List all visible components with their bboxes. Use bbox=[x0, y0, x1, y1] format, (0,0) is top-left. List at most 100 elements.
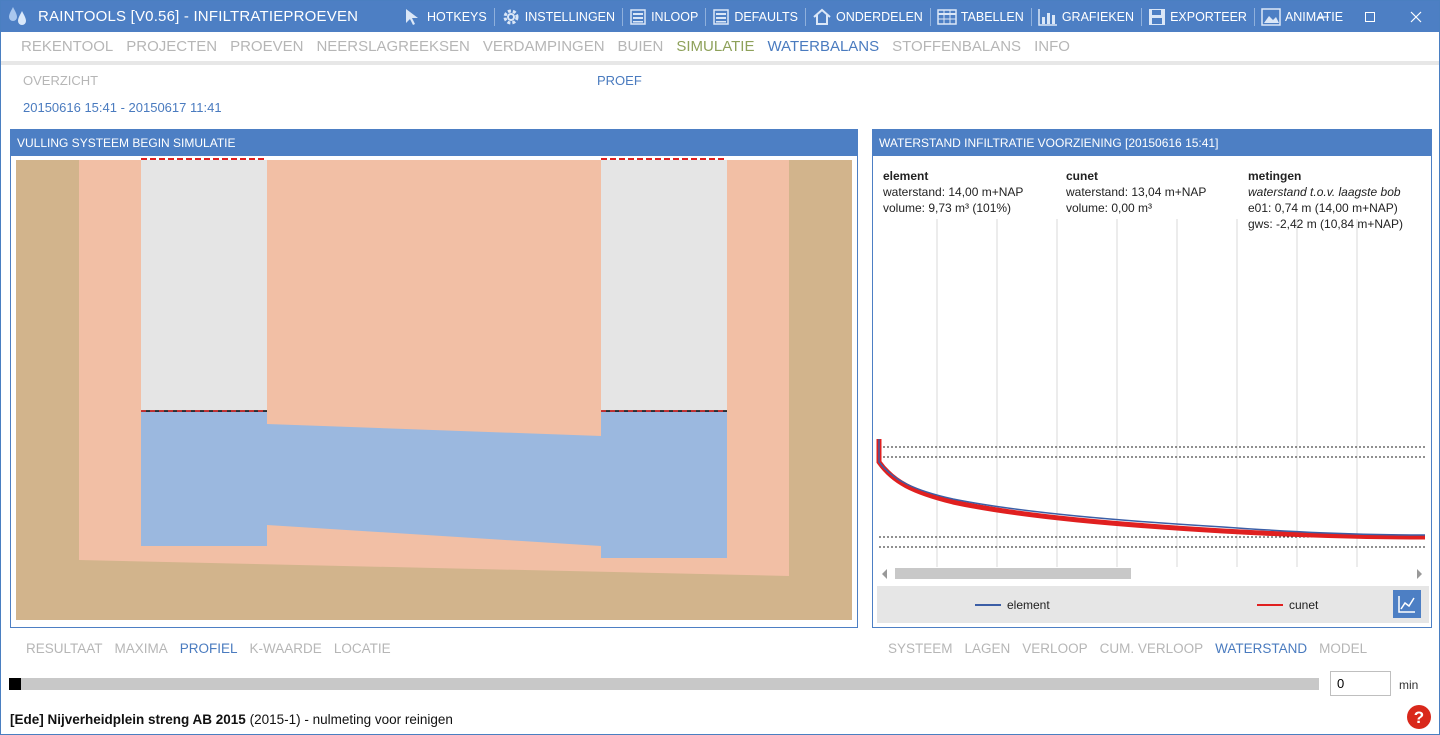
tab-waterstand[interactable]: WATERSTAND bbox=[1215, 641, 1307, 656]
tab-resultaat[interactable]: RESULTAAT bbox=[26, 641, 103, 656]
chart-gridlines bbox=[936, 219, 1358, 567]
legend-cunet-label: cunet bbox=[1289, 598, 1319, 612]
legend-cunet: cunet bbox=[1257, 598, 1318, 612]
tab-verloop[interactable]: VERLOOP bbox=[1022, 641, 1087, 656]
legend-element-label: element bbox=[1007, 598, 1050, 612]
instellingen-button[interactable]: INSTELLINGEN bbox=[495, 1, 622, 32]
tab-k-waarde[interactable]: K-WAARDE bbox=[250, 641, 322, 656]
element-waterstand: waterstand: 14,00 m+NAP bbox=[883, 185, 1024, 199]
close-icon bbox=[1410, 11, 1422, 22]
profile-diagram bbox=[16, 158, 852, 620]
home-icon bbox=[813, 8, 831, 25]
chart-scrollbar[interactable] bbox=[879, 566, 1425, 582]
legend-element: element bbox=[975, 598, 1050, 612]
left-element-water bbox=[141, 411, 267, 546]
list-icon bbox=[713, 8, 730, 25]
cunet-waterstand: waterstand: 13,04 m+NAP bbox=[1066, 185, 1207, 199]
minimize-button[interactable] bbox=[1301, 1, 1347, 32]
title-bar: RAINTOOLS [V0.56] - INFILTRATIEPROEVEN H… bbox=[1, 1, 1439, 32]
element-series bbox=[878, 439, 1426, 536]
inloop-button[interactable]: INLOOP bbox=[623, 1, 705, 32]
table-icon bbox=[937, 8, 957, 25]
status-location: [Ede] Nijverheidplein streng AB 2015 bbox=[10, 712, 246, 727]
cursor-icon bbox=[406, 8, 418, 25]
tabellen-label: TABELLEN bbox=[960, 9, 1024, 24]
element-info: element waterstand: 14,00 m+NAP volume: … bbox=[883, 168, 1023, 216]
menu-waterbalans[interactable]: WATERBALANS bbox=[767, 38, 879, 55]
bar-chart-icon bbox=[1038, 8, 1057, 26]
hotkeys-label: HOTKEYS bbox=[427, 9, 487, 24]
right-element-water bbox=[601, 411, 727, 558]
menu-divider bbox=[1, 61, 1439, 65]
menu-stoffenbalans[interactable]: STOFFENBALANS bbox=[892, 38, 1021, 55]
metingen-e01: e01: 0,74 m (14,00 m+NAP) bbox=[1248, 201, 1398, 215]
time-input[interactable] bbox=[1330, 671, 1391, 696]
tab-systeem[interactable]: SYSTEEM bbox=[888, 641, 953, 656]
legend-swatch-element bbox=[975, 604, 1001, 606]
scroll-left-arrow bbox=[882, 569, 887, 579]
grafieken-label: GRAFIEKEN bbox=[1061, 9, 1135, 24]
cunet-info: cunet waterstand: 13,04 m+NAP volume: 0,… bbox=[1066, 168, 1206, 216]
onderdelen-button[interactable]: ONDERDELEN bbox=[806, 1, 930, 32]
waterstand-panel-title: WATERSTAND INFILTRATIE VOORZIENING [2015… bbox=[873, 130, 1431, 156]
reference-lines bbox=[879, 446, 1425, 548]
minimize-icon bbox=[1319, 16, 1329, 17]
legend-swatch-cunet bbox=[1257, 604, 1283, 606]
maximize-button[interactable] bbox=[1347, 1, 1393, 32]
time-slider[interactable] bbox=[9, 678, 1319, 690]
metingen-heading: metingen bbox=[1248, 169, 1302, 183]
tab-locatie[interactable]: LOCATIE bbox=[334, 641, 391, 656]
waterstand-tabs: SYSTEEM LAGEN VERLOOP CUM. VERLOOP WATER… bbox=[888, 641, 1379, 656]
tab-maxima[interactable]: MAXIMA bbox=[115, 641, 168, 656]
tabellen-button[interactable]: TABELLEN bbox=[931, 1, 1031, 32]
help-icon[interactable]: ? bbox=[1406, 704, 1432, 730]
tab-profiel[interactable]: PROFIEL bbox=[180, 641, 238, 656]
waterstand-panel: WATERSTAND INFILTRATIE VOORZIENING [2015… bbox=[872, 129, 1432, 628]
chart-options-button[interactable] bbox=[1393, 590, 1421, 618]
grafieken-button[interactable]: GRAFIEKEN bbox=[1032, 1, 1141, 32]
menu-rekentool[interactable]: REKENTOOL bbox=[21, 38, 113, 55]
line-chart-icon bbox=[1398, 596, 1415, 613]
right-element-air bbox=[601, 160, 727, 411]
time-unit-label: min bbox=[1399, 678, 1419, 692]
onderdelen-label: ONDERDELEN bbox=[835, 9, 923, 24]
menu-neerslagreeksen[interactable]: NEERSLAGREEKSEN bbox=[316, 38, 469, 55]
menu-info[interactable]: INFO bbox=[1034, 38, 1070, 55]
menu-simulatie[interactable]: SIMULATIE bbox=[676, 38, 754, 55]
exporteer-button[interactable]: EXPORTEER bbox=[1142, 1, 1254, 32]
status-line: [Ede] Nijverheidplein streng AB 2015 (20… bbox=[10, 712, 453, 727]
window-title: RAINTOOLS [V0.56] - INFILTRATIEPROEVEN bbox=[38, 8, 359, 25]
cunet-heading: cunet bbox=[1066, 169, 1099, 183]
metingen-subtitle: waterstand t.o.v. laagste bob bbox=[1248, 185, 1401, 199]
save-icon bbox=[1149, 8, 1166, 25]
defaults-button[interactable]: DEFAULTS bbox=[706, 1, 805, 32]
tab-cum-verloop[interactable]: CUM. VERLOOP bbox=[1100, 641, 1204, 656]
menu-projecten[interactable]: PROJECTEN bbox=[126, 38, 217, 55]
menu-verdampingen[interactable]: VERDAMPINGEN bbox=[483, 38, 605, 55]
element-heading: element bbox=[883, 169, 929, 183]
status-description: (2015-1) - nulmeting voor reinigen bbox=[245, 712, 453, 727]
window-controls bbox=[1301, 1, 1439, 32]
cunet-volume: volume: 0,00 m³ bbox=[1066, 201, 1153, 215]
menu-buien[interactable]: BUIEN bbox=[618, 38, 664, 55]
element-volume: volume: 9,73 m³ (101%) bbox=[883, 201, 1012, 215]
profile-panel: VULLING SYSTEEM BEGIN SIMULATIE bbox=[10, 129, 858, 628]
raindrops-icon bbox=[9, 7, 26, 25]
menu-proeven[interactable]: PROEVEN bbox=[230, 38, 303, 55]
chart-legend: element cunet bbox=[877, 586, 1429, 623]
exporteer-label: EXPORTEER bbox=[1170, 9, 1247, 24]
tab-lagen[interactable]: LAGEN bbox=[965, 641, 1011, 656]
metingen-info: metingen waterstand t.o.v. laagste bob e… bbox=[1248, 168, 1403, 232]
image-icon bbox=[1261, 7, 1281, 26]
instellingen-label: INSTELLINGEN bbox=[524, 9, 616, 24]
maximize-icon bbox=[1365, 11, 1375, 22]
close-button[interactable] bbox=[1393, 1, 1439, 32]
hotkeys-button[interactable]: HOTKEYS bbox=[397, 1, 494, 32]
time-slider-handle[interactable] bbox=[9, 678, 21, 690]
tab-model[interactable]: MODEL bbox=[1319, 641, 1367, 656]
overzicht-link[interactable]: OVERZICHT bbox=[23, 73, 98, 88]
svg-text:?: ? bbox=[1414, 708, 1424, 727]
proef-link[interactable]: PROEF bbox=[597, 73, 642, 88]
list-icon bbox=[630, 8, 646, 25]
metingen-gws: gws: -2,42 m (10,84 m+NAP) bbox=[1248, 217, 1404, 231]
